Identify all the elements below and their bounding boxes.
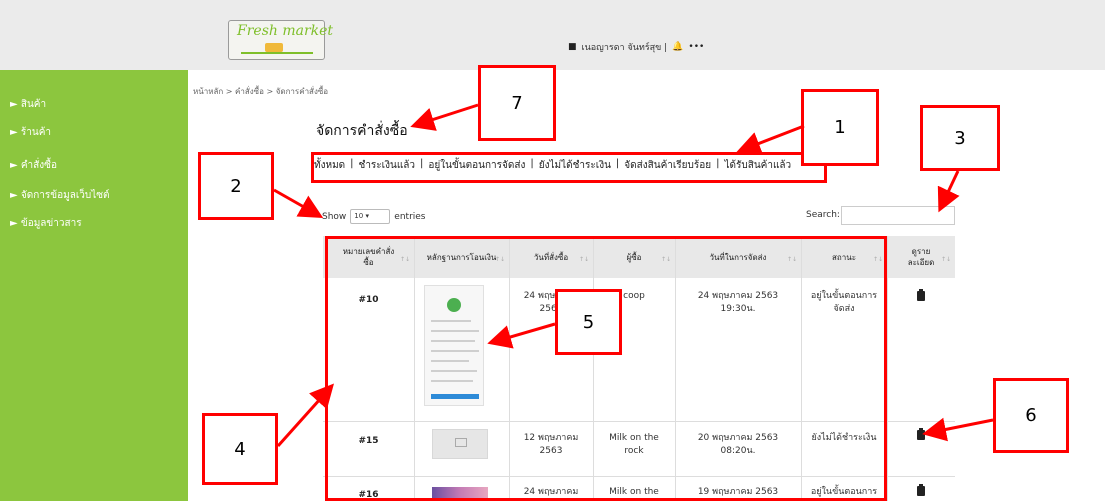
annotation-arrows: [273, 103, 994, 448]
arrow-2: [273, 188, 324, 218]
arrow-4: [276, 383, 335, 448]
arrow-5: [487, 322, 556, 349]
arrow-6: [922, 417, 994, 442]
page: Fresh market ■ เนอญารดา จันทร์สุข | 🔔 ••…: [0, 0, 1105, 501]
arrow-1: [736, 124, 805, 155]
arrow-3: [937, 170, 960, 213]
arrow-7: [410, 103, 479, 131]
